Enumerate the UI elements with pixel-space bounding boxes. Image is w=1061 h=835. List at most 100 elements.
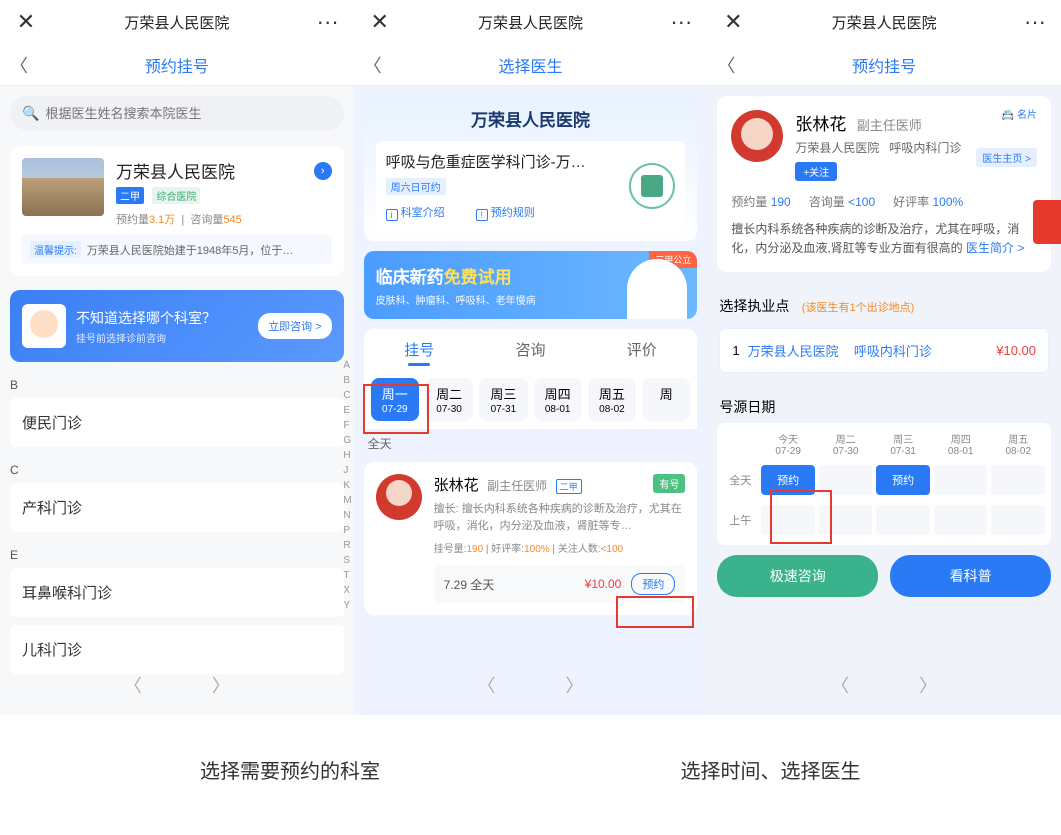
topbar: ✕ 万荣县人民医院 ··· (0, 0, 354, 44)
app-title: 万荣县人民医院 (478, 12, 583, 33)
index-letter[interactable]: T (343, 570, 351, 585)
hospital-grade-tag: 二甲 (116, 187, 144, 204)
index-letter[interactable]: G (343, 435, 351, 450)
more-icon[interactable]: ··· (1021, 9, 1049, 35)
section-header-c: C (10, 463, 344, 477)
doctor-name: 张林花 (795, 115, 846, 134)
index-letter[interactable]: J (343, 465, 351, 480)
index-letter[interactable]: R (343, 540, 351, 555)
prev-icon[interactable]: 〈 (831, 672, 849, 698)
subheader: 〈 预约挂号 (707, 44, 1061, 86)
slot-cell[interactable]: 预约 (761, 465, 815, 495)
doctor-illustration-icon (627, 259, 687, 319)
view-science-button[interactable]: 看科普 (890, 555, 1051, 597)
location-option[interactable]: 1 万荣县人民医院 呼吸内科门诊 ¥10.00 (719, 328, 1049, 373)
namecard-link[interactable]: 📇 名片 (1002, 106, 1037, 121)
dept-item[interactable]: 耳鼻喉科门诊 (10, 568, 344, 617)
prev-icon[interactable]: 〈 (478, 672, 496, 698)
more-icon[interactable]: ··· (667, 9, 695, 35)
drug-trial-banner[interactable]: 三甲公立 临床新药免费试用 皮肤科、肿瘤科、呼吸科、老年慢病 (364, 251, 698, 319)
index-letter[interactable]: Y (343, 600, 351, 615)
search-input[interactable] (45, 106, 331, 121)
prev-icon[interactable]: 〈 (124, 672, 142, 698)
close-icon[interactable]: ✕ (719, 9, 747, 35)
next-icon[interactable]: 〉 (919, 672, 937, 698)
topbar: ✕ 万荣县人民医院 ··· (354, 0, 708, 44)
index-letter[interactable]: S (343, 555, 351, 570)
doctor-name: 张林花 (434, 477, 479, 494)
index-letter[interactable]: B (343, 375, 351, 390)
index-letter[interactable]: E (343, 405, 351, 420)
search-field[interactable]: 🔍 (10, 96, 344, 130)
doctor-title: 副主任医师 (487, 479, 547, 493)
book-button[interactable]: 预约 (631, 573, 675, 595)
page-title: 预约挂号 (852, 53, 916, 77)
consult-banner[interactable]: 不知道选择哪个科室？ 挂号前选择诊前咨询 立即咨询 > (10, 290, 344, 362)
more-icon[interactable]: ··· (314, 9, 342, 35)
topbar: ✕ 万荣县人民医院 ··· (707, 0, 1061, 44)
page-title: 选择医生 (499, 53, 563, 77)
app-title: 万荣县人民医院 (124, 12, 229, 33)
date-grid-header: 今天07-29周二07-30周三07-31周四08-01周五08-02 (721, 431, 1047, 457)
day-option[interactable]: 周一07-29 (371, 378, 419, 421)
banner-subtext: 挂号前选择诊前咨询 (76, 330, 258, 345)
dept-item[interactable]: 产科门诊 (10, 483, 344, 532)
more-link[interactable]: 医生简介 > (966, 241, 1024, 255)
index-letter[interactable]: K (343, 480, 351, 495)
index-letter[interactable]: N (343, 510, 351, 525)
index-letter[interactable]: F (343, 420, 351, 435)
dept-name: 呼吸与危重症医学科门诊-万… (386, 151, 630, 172)
available-badge: 有号 (653, 474, 685, 493)
close-icon[interactable]: ✕ (366, 9, 394, 35)
close-icon[interactable]: ✕ (12, 9, 40, 35)
dept-rule-link[interactable]: !预约规则 (476, 207, 549, 219)
back-icon[interactable]: 〈 (10, 52, 28, 78)
caption-1: 选择需要预约的科室 (100, 755, 480, 815)
dept-item[interactable]: 便民门诊 (10, 398, 344, 447)
tab-consult[interactable]: 咨询 (475, 329, 586, 370)
alpha-index[interactable]: ABCEFGHJKMNPRSTXY (343, 360, 351, 615)
caption-2: 选择时间、选择医生 (480, 755, 1061, 815)
doctor-page-link[interactable]: 医生主页 > (976, 148, 1037, 167)
index-letter[interactable]: H (343, 450, 351, 465)
index-letter[interactable]: A (343, 360, 351, 375)
doctor-desc: 擅长: 擅长内科系统各种疾病的诊断及治疗，尤其在呼吸，消化，内分泌及血液，肾脏等… (434, 501, 686, 534)
slot-cell (761, 505, 815, 535)
follow-button[interactable]: +关注 (795, 162, 837, 181)
dept-box: 呼吸与危重症医学科门诊-万… 周六日可约 i科室介绍 !预约规则 (376, 141, 686, 231)
tab-review[interactable]: 评价 (586, 329, 697, 370)
hospital-image (22, 158, 104, 216)
slot-cell (876, 505, 930, 535)
day-option[interactable]: 周三07-31 (479, 378, 527, 421)
back-icon[interactable]: 〈 (717, 52, 735, 78)
index-letter[interactable]: X (343, 585, 351, 600)
search-icon: 🔍 (22, 105, 39, 122)
slot-cell[interactable]: 预约 (876, 465, 930, 495)
day-option[interactable]: 周 (642, 378, 690, 421)
doctor-card[interactable]: 有号 张林花 副主任医师 二甲 擅长: 擅长内科系统各种疾病的诊断及治疗，尤其在… (364, 462, 698, 615)
index-letter[interactable]: P (343, 525, 351, 540)
doctor-desc: 擅长内科系统各种疾病的诊断及治疗，尤其在呼吸，消化，内分泌及血液,肾肛等专业方面… (731, 220, 1037, 258)
fast-consult-button[interactable]: 极速咨询 (717, 555, 878, 597)
consult-button[interactable]: 立即咨询 > (258, 313, 331, 339)
location-section: 选择执业点 (该医生有1个出诊地点) (719, 296, 1049, 316)
doctor-stats: 预约量 190 咨询量 <100 好评率 100% (731, 181, 1037, 210)
main-tabs: 挂号 咨询 评价 (364, 329, 698, 370)
arrow-right-icon[interactable]: › (314, 162, 332, 180)
slot-cell (819, 465, 873, 495)
hospital-card[interactable]: 万荣县人民医院 二甲 综合医院 预约量3.1万 | 咨询量545 › 温馨提示:… (10, 146, 344, 276)
row-label-am: 上午 (721, 512, 759, 528)
slot-cell (934, 505, 988, 535)
tab-register[interactable]: 挂号 (364, 329, 475, 370)
index-letter[interactable]: M (343, 495, 351, 510)
day-option[interactable]: 周四08-01 (534, 378, 582, 421)
back-icon[interactable]: 〈 (364, 52, 382, 78)
next-icon[interactable]: 〉 (566, 672, 584, 698)
time-filter[interactable]: 全天 (368, 435, 694, 452)
day-option[interactable]: 周二07-30 (425, 378, 473, 421)
next-icon[interactable]: 〉 (212, 672, 230, 698)
day-option[interactable]: 周五08-02 (588, 378, 636, 421)
subheader: 〈 预约挂号 (0, 44, 354, 86)
dept-intro-link[interactable]: i科室介绍 (386, 207, 459, 219)
index-letter[interactable]: C (343, 390, 351, 405)
